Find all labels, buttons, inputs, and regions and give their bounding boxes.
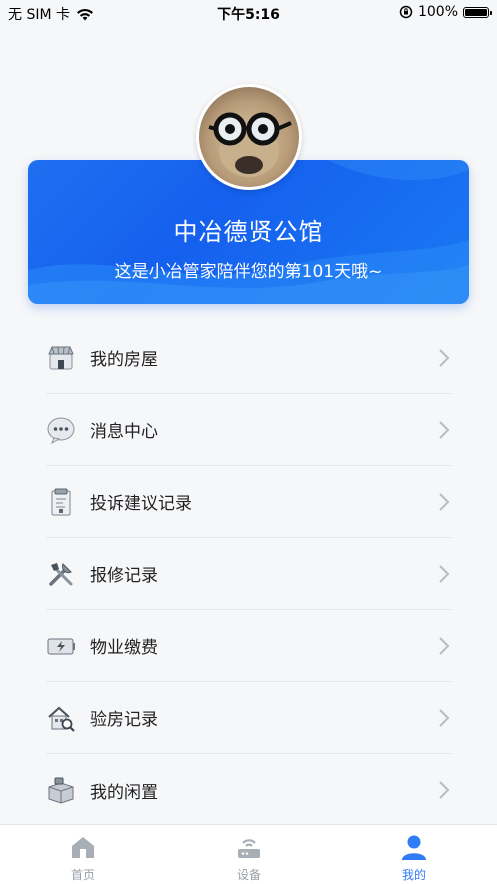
home-icon xyxy=(72,837,94,858)
tab-bar: 首页 设备 我的 xyxy=(0,824,497,884)
tab-devices[interactable]: 设备 xyxy=(189,825,309,884)
house-inspect-icon xyxy=(46,703,76,733)
menu-item-property-payment[interactable]: 物业缴费 xyxy=(46,610,452,682)
tab-label: 设备 xyxy=(236,868,261,882)
dog-with-glasses-icon xyxy=(208,112,292,177)
chevron-right-icon xyxy=(439,565,450,583)
menu-item-complaint-records[interactable]: 投诉建议记录 xyxy=(46,466,452,538)
menu-label: 报修记录 xyxy=(90,566,158,586)
battery-icon xyxy=(463,6,492,18)
community-name: 中冶德贤公馆 xyxy=(173,218,324,246)
menu-item-my-idle-items[interactable]: 我的闲置 xyxy=(46,754,452,826)
box-tag-icon xyxy=(46,775,76,805)
tab-home[interactable]: 首页 xyxy=(23,825,143,884)
menu-label: 我的闲置 xyxy=(90,782,158,803)
tab-label: 首页 xyxy=(70,868,95,882)
menu-item-my-house[interactable]: 我的房屋 xyxy=(46,322,452,394)
menu-label: 物业缴费 xyxy=(90,638,158,658)
menu-label: 消息中心 xyxy=(90,422,158,442)
companion-greeting: 这是小冶管家陪伴您的第101天哦~ xyxy=(114,262,383,282)
chevron-right-icon xyxy=(439,349,450,367)
person-icon xyxy=(402,835,426,860)
tab-mine[interactable]: 我的 xyxy=(354,825,474,884)
menu-item-message-center[interactable]: 消息中心 xyxy=(46,394,452,466)
chat-bubble-icon xyxy=(46,415,76,445)
menu-label: 验房记录 xyxy=(90,710,158,730)
menu-item-inspection-records[interactable]: 验房记录 xyxy=(46,682,452,754)
battery-percent: 100% xyxy=(417,4,458,20)
orientation-lock-icon xyxy=(399,5,413,19)
status-bar: 无 SIM 卡 下午5:16 100% xyxy=(0,0,497,26)
chevron-right-icon xyxy=(439,493,450,511)
status-right: 100% xyxy=(399,4,492,20)
chevron-right-icon xyxy=(439,709,450,727)
chevron-right-icon xyxy=(439,637,450,655)
chevron-right-icon xyxy=(439,421,450,439)
menu-label: 我的房屋 xyxy=(90,350,158,370)
tools-icon xyxy=(46,559,76,589)
menu-list: 我的房屋 消息中心 投诉建议记录 报修记录 物业缴费 验房记录 我的闲置 xyxy=(46,322,452,826)
chevron-right-icon xyxy=(439,781,450,799)
tab-label: 我的 xyxy=(401,868,426,882)
avatar[interactable] xyxy=(196,84,302,190)
menu-item-repair-records[interactable]: 报修记录 xyxy=(46,538,452,610)
router-icon xyxy=(238,839,260,858)
battery-payment-icon xyxy=(46,631,76,661)
avatar-image xyxy=(199,87,299,187)
clipboard-icon xyxy=(46,487,76,517)
menu-label: 投诉建议记录 xyxy=(90,494,192,514)
shop-house-icon xyxy=(46,343,76,373)
